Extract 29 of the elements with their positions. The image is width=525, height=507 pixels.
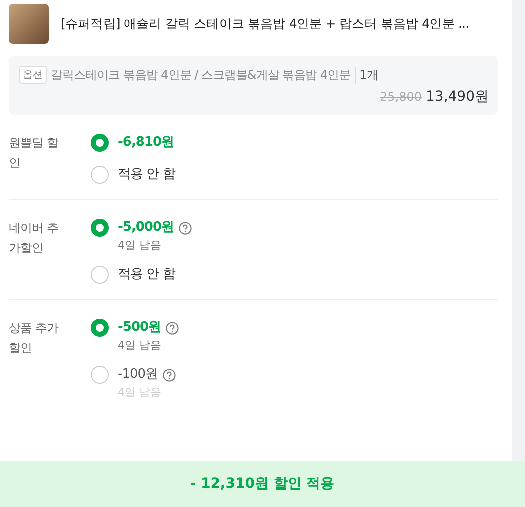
discount-option: -100원 [118,365,158,385]
discount-label: 원쁠딜 할인 [9,135,60,172]
radio-button[interactable] [91,166,109,184]
original-price: 25,800 [380,90,422,104]
discount-label: 네이버 추가할인 [9,220,60,257]
radio-button[interactable] [91,134,109,152]
radio-button[interactable] [91,219,109,237]
discount-option: -6,810원 [118,133,174,153]
option-text: 갈릭스테이크 볶음밥 4인분 / 스크램블&게살 볶음밥 4인분 [51,66,351,84]
sale-price: 13,490원 [426,88,489,106]
help-icon[interactable] [163,368,176,382]
quantity-text: 1개 [354,66,380,84]
apply-discount-button[interactable]: - 12,310원 할인 적용 [0,461,525,507]
radio-button[interactable] [91,266,109,284]
remaining-days: 4일 남음 [118,338,180,353]
discount-label: 상품 추가할인 [9,320,60,357]
help-icon[interactable] [166,322,180,334]
radio-button[interactable] [91,319,109,337]
discount-option: 적용 안 함 [118,165,176,185]
product-thumbnail [9,4,49,44]
discount-option: -500원 [118,318,162,338]
scrollbar-track[interactable] [512,0,525,461]
radio-button[interactable] [91,366,109,384]
product-title: [슈퍼적립] 애슐리 갈릭 스테이크 볶음밥 4인분 + 랍스터 볶음밥 4인분 ... [61,16,470,32]
option-tag: 옵션 [19,66,47,84]
remaining-days: 4일 남음 [118,238,192,253]
discount-option: -5,000원 [118,218,174,238]
help-icon[interactable] [179,222,192,234]
discount-option: 적용 안 함 [118,265,176,285]
